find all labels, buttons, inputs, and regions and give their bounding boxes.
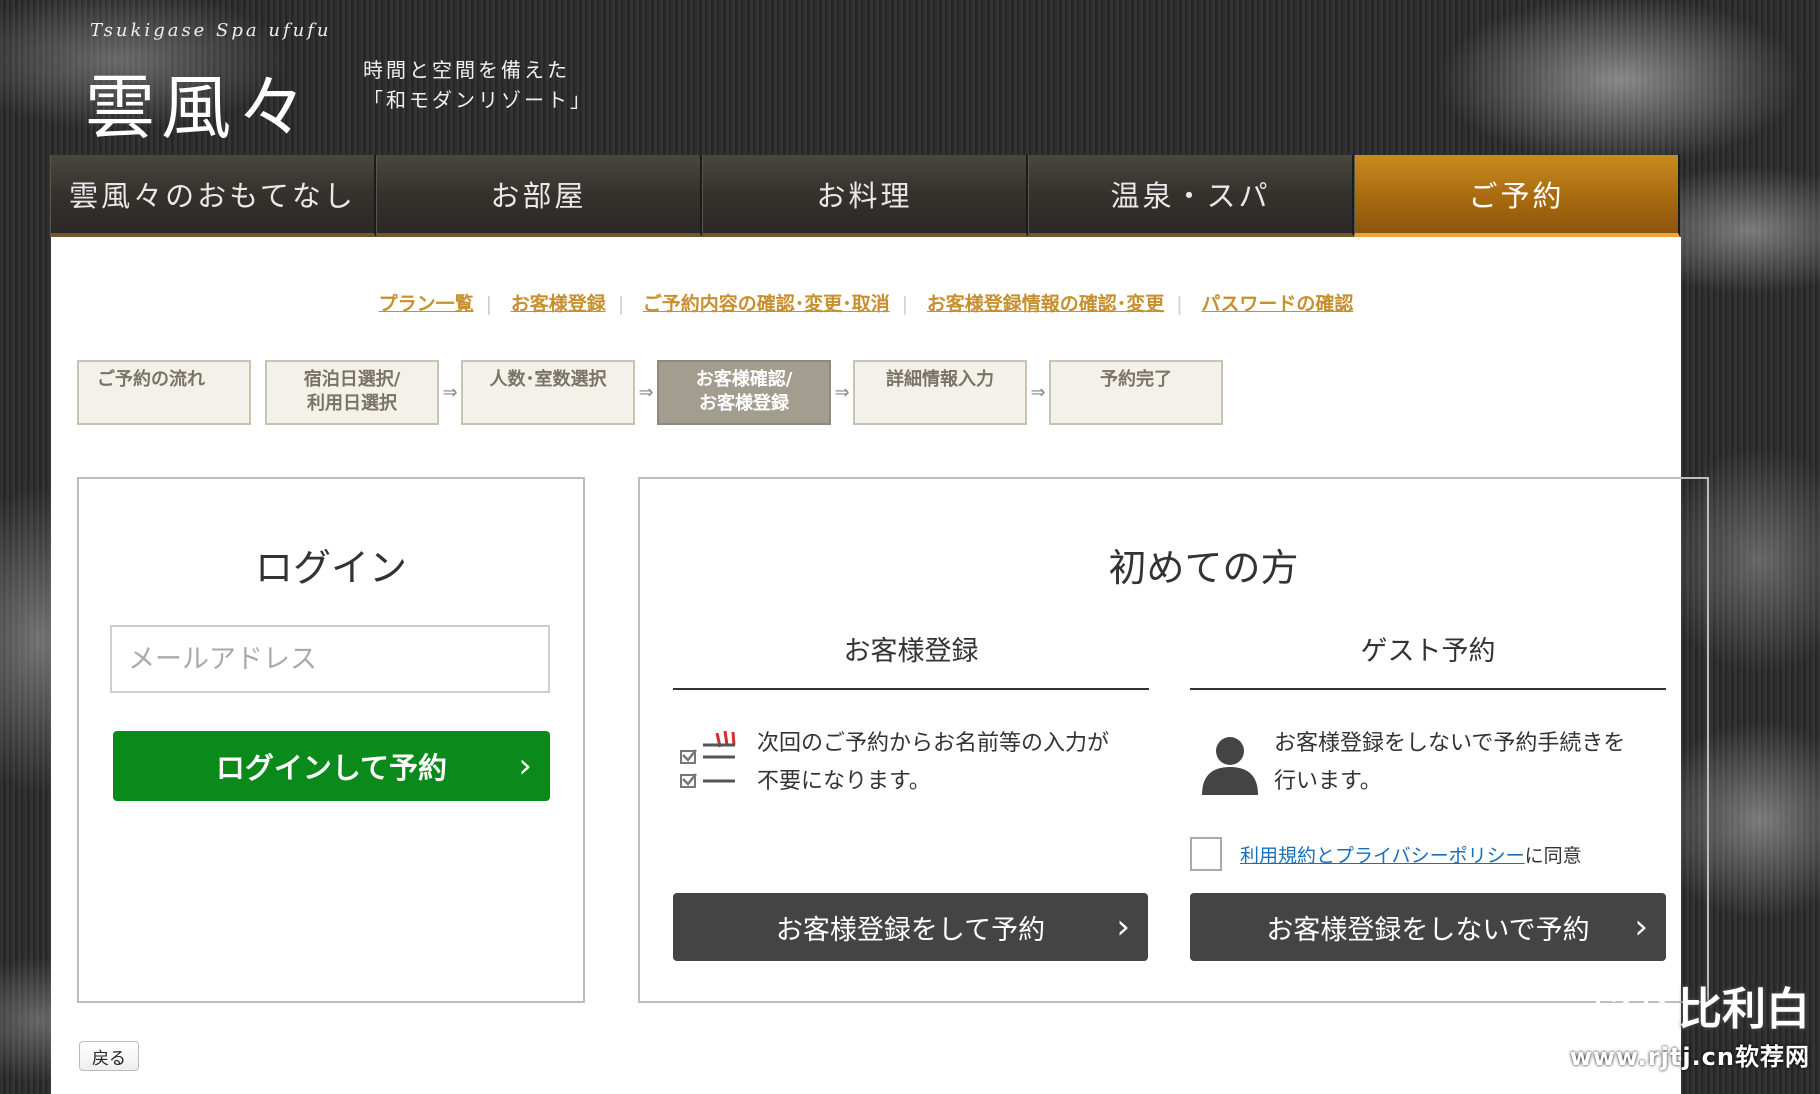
step-flow: ご予約の流れ [77, 360, 251, 425]
link-plan-list[interactable]: プラン一覧 [367, 293, 486, 315]
separator: | [901, 293, 909, 315]
page: Tsukigase Spa ufufu 雲風々 時間と空間を備えた 「和モダンリ… [0, 0, 1820, 1094]
watermark-url: www.rjtj.cn软荐网 [1569, 1043, 1810, 1071]
guest-description: お客様登録をしないで予約手続きを 行います。 [1190, 725, 1666, 845]
guest-button-label: お客様登録をしないで予約 [1266, 914, 1590, 946]
terms-privacy-link[interactable]: 利用規約とプライバシーポリシー [1240, 841, 1525, 868]
chevron-right-icon: › [1116, 907, 1130, 947]
guest-reserve-button[interactable]: お客様登録をしないで予約 › [1190, 893, 1666, 961]
login-button-label: ログインして予約 [215, 751, 448, 785]
step-customer-confirm: お客様確認/ お客様登録 [657, 360, 831, 425]
chevron-right-icon: › [1634, 907, 1648, 947]
watermark-brand-text: 比利白 [1678, 984, 1810, 1035]
tagline: 時間と空間を備えた 「和モダンリゾート」 [363, 55, 593, 115]
register-text-line: 次回のご予約からお名前等の入力が [757, 731, 1110, 756]
step-label: 人数･室数選択 [489, 369, 607, 390]
login-panel: ログイン ログインして予約 › [77, 477, 585, 1003]
terms-checkbox[interactable] [1190, 837, 1222, 871]
register-button-label: お客様登録をして予約 [775, 914, 1046, 946]
first-time-title: 初めての方 [1108, 546, 1299, 590]
step-label: ご予約の流れ [97, 369, 205, 390]
guest-text-line: お客様登録をしないで予約手続きを [1274, 731, 1626, 756]
step-label: 詳細情報入力 [886, 369, 994, 390]
register-text-line: 不要になります。 [757, 769, 931, 794]
nav-item-rooms[interactable]: お部屋 [376, 155, 702, 237]
logo-script-text: Tsukigase Spa ufufu [90, 20, 332, 41]
separator: | [1176, 293, 1183, 315]
chevron-right-icon: › [518, 746, 532, 786]
register-text: 次回のご予約からお名前等の入力が 不要になります。 [757, 725, 1109, 801]
watermark-brand: 比利白 [1570, 973, 1810, 1037]
register-description: 次回のご予約からお名前等の入力が 不要になります。 [673, 725, 1149, 845]
step-label: お客様確認/ [695, 369, 793, 390]
nav-item-cuisine[interactable]: お料理 [702, 155, 1028, 237]
guest-text-line: 行います。 [1274, 769, 1382, 794]
email-field[interactable] [110, 625, 550, 693]
main-content: プラン一覧 | お客様登録 | ご予約内容の確認･変更･取消 | お客様登録情報の確認… [51, 237, 1709, 1094]
register-column: お客様登録 次回のご予約からお名前等の入力が 不要になります。 [673, 629, 1149, 845]
link-reservation-manage[interactable]: ご予約内容の確認･変更･取消 [631, 293, 902, 315]
logo[interactable]: 雲風々 [85, 52, 313, 153]
step-date-select: 宿泊日選択/ 利用日選択 [265, 360, 439, 425]
step-complete: 予約完了 [1049, 360, 1223, 425]
agree-suffix: に同意 [1524, 844, 1582, 867]
login-reserve-button[interactable]: ログインして予約 › [113, 731, 550, 801]
register-title: お客様登録 [673, 629, 1149, 690]
step-arrow: ⇒ [638, 382, 654, 403]
top-links: プラン一覧 | お客様登録 | ご予約内容の確認･変更･取消 | お客様登録情報の確認… [51, 289, 1681, 316]
checklist-icon [680, 730, 736, 788]
step-label: 利用日選択 [307, 393, 397, 414]
nav-item-reservation[interactable]: ご予約 [1354, 155, 1680, 237]
link-password-check[interactable]: パスワードの確認 [1189, 293, 1365, 315]
separator: | [617, 293, 625, 315]
step-guest-count: 人数･室数選択 [461, 360, 635, 425]
guest-text: お客様登録をしないで予約手続きを 行います。 [1274, 725, 1625, 801]
user-icon [1202, 737, 1258, 795]
link-customer-registration[interactable]: お客様登録 [499, 293, 618, 315]
first-time-panel: 初めての方 お客様登録 次回のご予約からお名前等の入力が 不要になります。 ゲス… [638, 477, 1709, 1003]
login-title: ログイン [254, 546, 407, 590]
wechat-icon [1596, 981, 1668, 1029]
guest-title: ゲスト予約 [1190, 629, 1666, 690]
separator: | [485, 293, 493, 315]
step-arrow: ⇒ [1030, 382, 1046, 403]
tagline-line1: 時間と空間を備えた [363, 58, 570, 82]
step-label: お客様登録 [699, 393, 789, 414]
nav-item-onsen-spa[interactable]: 温泉・スパ [1028, 155, 1354, 237]
watermark: 比利白 www.rjtj.cn软荐网 [1570, 973, 1810, 1072]
guest-column: ゲスト予約 お客様登録をしないで予約手続きを 行います。 [1190, 629, 1666, 845]
main-nav: 雲風々のおもてなし お部屋 お料理 温泉・スパ ご予約 [50, 155, 1680, 237]
step-label: 予約完了 [1100, 369, 1172, 390]
register-reserve-button[interactable]: お客様登録をして予約 › [673, 893, 1148, 961]
step-arrow: ⇒ [442, 382, 458, 403]
site-header: Tsukigase Spa ufufu 雲風々 時間と空間を備えた 「和モダンリ… [0, 0, 1820, 155]
step-label: 宿泊日選択/ [303, 369, 401, 390]
tagline-line2: 「和モダンリゾート」 [363, 88, 593, 112]
nav-item-hospitality[interactable]: 雲風々のおもてなし [50, 155, 376, 237]
reservation-steps: ご予約の流れ 宿泊日選択/ 利用日選択 ⇒ 人数･室数選択 ⇒ お客様確認/ お… [77, 360, 1223, 425]
link-account-manage[interactable]: お客様登録情報の確認･変更 [915, 293, 1177, 315]
terms-agreement: 利用規約とプライバシーポリシー に同意 [1190, 837, 1582, 871]
step-arrow: ⇒ [834, 382, 850, 403]
back-button[interactable]: 戻る [79, 1041, 139, 1071]
step-details-input: 詳細情報入力 [853, 360, 1027, 425]
